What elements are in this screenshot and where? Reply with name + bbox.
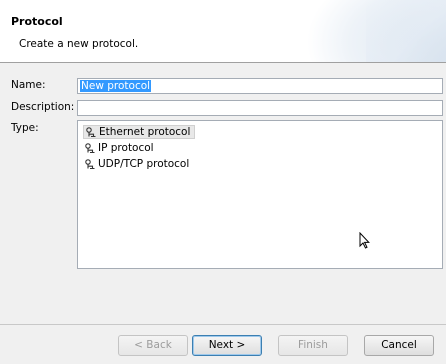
banner-decoration-gradient [366, 0, 446, 62]
name-label: Name: [11, 79, 46, 91]
list-item-udp-tcp-protocol[interactable]: UDP/TCP protocol [83, 157, 193, 171]
cancel-button[interactable]: Cancel [364, 335, 434, 356]
wizard-banner: Protocol Create a new protocol. [0, 0, 446, 63]
description-field[interactable] [77, 100, 443, 116]
list-item-label: UDP/TCP protocol [98, 158, 190, 170]
list-item-label: IP protocol [98, 142, 154, 154]
protocol-icon [85, 142, 96, 154]
name-field-value: New protocol [80, 80, 152, 92]
name-field[interactable]: New protocol [77, 78, 443, 94]
description-label: Description: [11, 101, 75, 113]
type-label: Type: [11, 122, 39, 134]
list-item-label: Ethernet protocol [99, 126, 191, 138]
back-button[interactable]: < Back [118, 335, 188, 356]
protocol-icon [86, 126, 97, 138]
mouse-pointer-icon [359, 231, 370, 252]
button-bar-separator [0, 324, 446, 325]
list-item-ip-protocol[interactable]: IP protocol [83, 141, 158, 155]
next-button[interactable]: Next > [192, 335, 262, 356]
protocol-icon [85, 158, 96, 170]
protocol-type-list[interactable]: Ethernet protocol IP protocol UDP/TCP pr… [77, 120, 443, 269]
finish-button[interactable]: Finish [278, 335, 348, 356]
wizard-message: Create a new protocol. [19, 38, 139, 50]
list-item-ethernet-protocol[interactable]: Ethernet protocol [83, 125, 196, 139]
wizard-title: Protocol [11, 15, 63, 28]
